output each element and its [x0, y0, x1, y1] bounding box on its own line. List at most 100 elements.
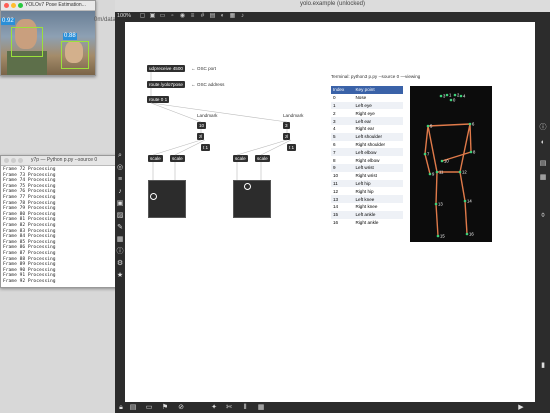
- zoom-button[interactable]: [18, 3, 23, 8]
- terminal-output[interactable]: Frame 72 Processing Frame 73 Processing Fr…: [3, 167, 56, 284]
- skeleton-limb: [469, 123, 472, 153]
- table-header-keypoint: Key point: [353, 86, 403, 94]
- skeleton-joint-label: 7: [427, 152, 430, 157]
- terminal-line: Frame 74 Processing: [3, 178, 56, 184]
- patcher-footer: 🔒︎ ▤ ▭ ⚑ ⊘ ✦ ✄ ⦀ ▦ ▶: [115, 402, 550, 413]
- skeleton-limb: [435, 171, 438, 205]
- skeleton-joint-label: 3: [443, 94, 446, 99]
- keypoint-index: 13: [331, 195, 354, 203]
- right-sidebar: ⓘ ◐ ▤ ▦ ⌽ ▮: [535, 12, 550, 413]
- terminal-line: Frame 84 Processing: [3, 234, 56, 240]
- table-row: 4 Right ear: [331, 124, 403, 133]
- skeleton-joint-label: 14: [467, 199, 472, 204]
- detection-label: 0.92: [1, 18, 15, 25]
- terminal-line: Frame 89 Processing: [3, 262, 56, 268]
- minimize-button[interactable]: [11, 3, 16, 8]
- keypoint-index: 11: [331, 179, 354, 188]
- skeleton-joint: [449, 98, 453, 102]
- skeleton-joint: [436, 234, 440, 238]
- keypoint-index: 7: [331, 148, 354, 157]
- skeleton-joint: [440, 159, 444, 163]
- window-title: yolo.example (unlocked): [299, 1, 366, 7]
- presentation-icon[interactable]: ▭: [145, 404, 153, 412]
- close-button[interactable]: [4, 158, 9, 163]
- keypoint-name: Right wrist: [353, 171, 403, 180]
- table-row: 15 Left ankle: [331, 210, 403, 219]
- keypoint-index: 12: [331, 187, 354, 196]
- keypoint-index: 5: [331, 132, 354, 141]
- keypoint-name: Left ear: [353, 117, 403, 125]
- sidebar-icon[interactable]: ▤: [539, 160, 547, 168]
- palette-icon[interactable]: ◐: [539, 139, 547, 147]
- keypoint-index: 2: [331, 109, 354, 118]
- camera-icon[interactable]: ⌽: [539, 212, 547, 220]
- skeleton-joint: [468, 122, 472, 126]
- keypoint-name: Left wrist: [353, 163, 403, 172]
- grid-icon[interactable]: ▦: [539, 174, 547, 182]
- keypoint-name: Right hip: [353, 187, 403, 196]
- keypoint-name: Right ear: [353, 124, 403, 133]
- skeleton-limb: [424, 153, 431, 175]
- play-icon[interactable]: ▶: [517, 404, 525, 412]
- camera-frame-image: 0.92 0.88: [1, 11, 95, 75]
- skeleton-joint: [469, 150, 473, 154]
- table-row: 1 Left eye: [331, 101, 403, 110]
- table-row: 16 Right ankle: [331, 218, 403, 227]
- keypoint-name: Left hip: [353, 179, 403, 188]
- keypoint-name: Right knee: [353, 202, 403, 211]
- skeleton-joint-label: 10: [444, 159, 449, 164]
- keypoint-name: Nose: [353, 93, 403, 102]
- keypoint-index: 14: [331, 202, 354, 211]
- detection-box: [11, 27, 43, 57]
- table-row: 0 Nose: [331, 93, 403, 102]
- minimize-button[interactable]: [11, 158, 16, 163]
- skeleton-joint: [465, 232, 469, 236]
- keypoint-index: 4: [331, 124, 354, 133]
- yolo-preview-window[interactable]: YOLOv7 Pose Estimation... 0.92 0.88: [0, 0, 96, 76]
- skeleton-limb: [427, 125, 438, 173]
- skeleton-joint-label: 0: [453, 98, 456, 103]
- keypoint-name: Right shoulder: [353, 140, 403, 149]
- keypoint-name: Left shoulder: [353, 132, 403, 141]
- mute-icon[interactable]: ⊘: [177, 404, 185, 412]
- table-header-index: Index: [331, 86, 354, 94]
- skeleton-joint: [458, 170, 462, 174]
- skeleton-joint: [434, 202, 438, 206]
- wrench-icon[interactable]: ✄: [225, 404, 233, 412]
- skeleton-joint-label: 16: [469, 232, 474, 237]
- yolo-window-titlebar[interactable]: YOLOv7 Pose Estimation...: [1, 1, 95, 11]
- grid-icon[interactable]: ▦: [257, 404, 265, 412]
- keypoint-index: 15: [331, 210, 354, 219]
- info-icon[interactable]: ⓘ: [539, 124, 547, 132]
- wand-icon[interactable]: ✦: [210, 404, 218, 412]
- table-row: 14 Right knee: [331, 202, 403, 211]
- table-row: 8 Right elbow: [331, 156, 403, 164]
- detection-box: [61, 41, 89, 69]
- debug-icon[interactable]: ⚑: [161, 404, 169, 412]
- skeleton-joint-label: 12: [462, 170, 467, 175]
- skeleton-joint: [439, 94, 443, 98]
- keypoint-index: 3: [331, 117, 354, 125]
- keypoint-table: Index Key point 0 Nose 1 Left eye 2 Right eye…: [331, 86, 403, 227]
- detection-label: 0.88: [63, 33, 77, 40]
- piano-icon[interactable]: ⦀: [241, 404, 249, 412]
- scroll-handle[interactable]: ▮: [539, 362, 547, 370]
- skeleton-limb: [459, 171, 466, 202]
- table-row: 5 Left shoulder: [331, 132, 403, 141]
- terminal-window[interactable]: y7p — Python p.py --source 0 Frame 72 Pr…: [0, 155, 119, 288]
- terminal-title: y7p — Python p.py --source 0: [31, 157, 98, 163]
- close-button[interactable]: [4, 3, 9, 8]
- skeleton-joint-label: 8: [473, 150, 476, 155]
- max-patcher-window[interactable]: 100% ▢ ▣ ▭ ▫ ◉ ≡ # ▤ ◐ ▦ ♪ ⌕ ◎ ≡ ♪ ▣ ▨ ✎…: [115, 12, 550, 413]
- keypoint-name: Left eye: [353, 101, 403, 110]
- terminal-comment: Terminal: python3 p.py --source 0 —viewi…: [331, 74, 421, 79]
- keypoint-name: Left ankle: [353, 210, 403, 219]
- skeleton-svg: 01 23 45 67 891011 12131415 16: [423, 93, 476, 239]
- terminal-titlebar[interactable]: y7p — Python p.py --source 0: [1, 156, 118, 166]
- skeleton-joint-label: 2: [457, 93, 460, 98]
- edit-icon[interactable]: ▤: [129, 404, 137, 412]
- lock-icon[interactable]: 🔒︎: [117, 404, 125, 412]
- table-row: 10 Right wrist: [331, 171, 403, 180]
- zoom-button[interactable]: [18, 158, 23, 163]
- skeleton-joint-label: 6: [472, 122, 475, 127]
